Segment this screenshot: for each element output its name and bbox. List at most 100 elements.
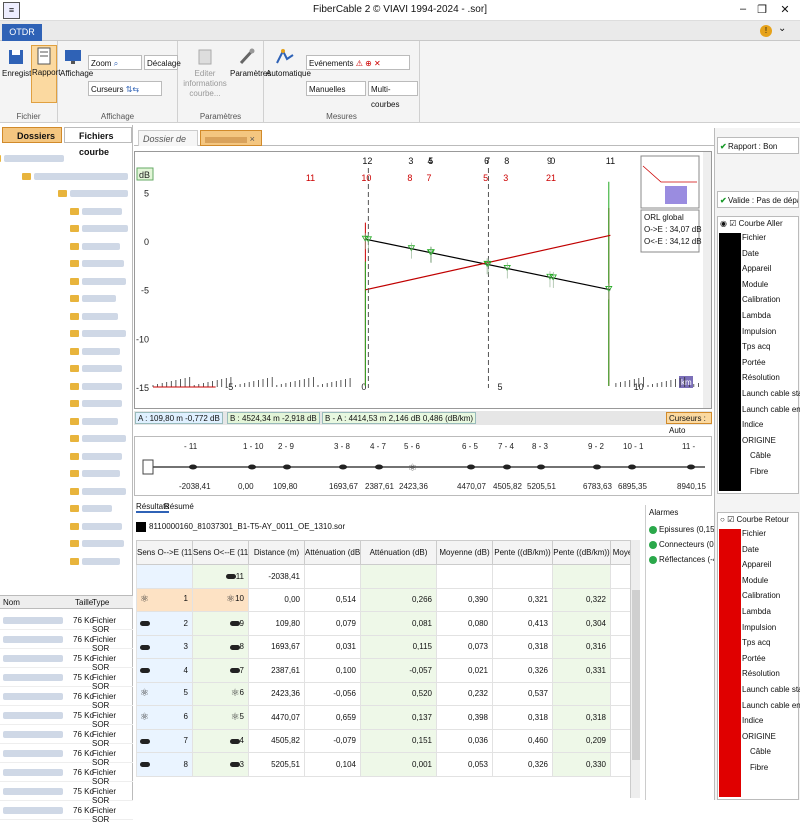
affichage-button[interactable]: Affichage	[60, 47, 93, 79]
evenements-control[interactable]: Evénements ⚠ ⊕ ✕	[306, 55, 410, 70]
scrollbar-thumb[interactable]	[632, 590, 640, 760]
curseurs-control[interactable]: Curseurs ⇅⇆	[88, 81, 162, 96]
col-header[interactable]: Pente ((dB/km))	[552, 540, 611, 565]
courbe-aller-box[interactable]: ◉ ☑ Courbe Aller Fichier Date Appareil Modu…	[717, 216, 800, 494]
table-row[interactable]: 7 4 4505,82 -0,079 0,151 0,036 0,460 0,209	[136, 728, 635, 753]
tree-item[interactable]	[82, 417, 118, 425]
decalage-control[interactable]: Décalage	[144, 55, 181, 70]
col-nom[interactable]: Nom	[3, 598, 20, 607]
tree-item[interactable]	[82, 452, 122, 460]
rapport-status[interactable]: ✔ Rapport : Bon	[717, 137, 799, 154]
col-taille[interactable]: Taille	[75, 598, 93, 607]
col-header[interactable]: Sens O<--E (11)	[192, 540, 249, 565]
otdr-trace-chart[interactable]: 5 0 -5 -10 -15 dB -5 0 5 10 km 12 3 4 5 6 7 8 9 0 11 11 10 8 7 5 3…	[134, 151, 712, 409]
tree-item[interactable]	[82, 225, 128, 232]
file-row[interactable]: 76 Ko Fichier SOR	[0, 763, 133, 786]
automatique-button[interactable]: Automatique	[266, 47, 311, 79]
splice-event-icon[interactable]	[687, 464, 695, 470]
splice-event-icon[interactable]	[467, 464, 475, 470]
file-row[interactable]: 75 Ko Fichier SOR	[0, 782, 133, 805]
results-scrollbar[interactable]	[630, 540, 640, 798]
tab-resume[interactable]: Résumé	[164, 502, 194, 511]
tree-item[interactable]	[82, 207, 122, 215]
tree-item[interactable]	[82, 522, 122, 530]
col-header[interactable]: Sens O-->E (11)	[136, 540, 193, 565]
tree-item[interactable]	[4, 155, 64, 162]
rapport-button[interactable]: Rapport	[31, 45, 60, 103]
file-row[interactable]: 76 Ko Fichier SOR	[0, 744, 133, 767]
tree-item[interactable]	[82, 295, 116, 302]
splice-event-icon[interactable]	[537, 464, 545, 470]
tree-item[interactable]	[82, 382, 122, 390]
tree-item[interactable]	[82, 435, 126, 442]
courbe-retour-box[interactable]: ○ ☑ Courbe Retour Fichier Date Appareil Mod…	[717, 512, 800, 800]
close-button[interactable]: ✕	[775, 3, 795, 16]
splice-event-icon[interactable]	[593, 464, 601, 470]
col-type[interactable]: Type	[92, 598, 109, 607]
splice-event-icon[interactable]	[628, 464, 636, 470]
tab-dossiers[interactable]: Dossiers	[2, 127, 62, 143]
tree-item[interactable]	[34, 172, 128, 180]
tree-item[interactable]	[82, 557, 120, 565]
col-header[interactable]: Atténuation (dB)	[304, 540, 361, 565]
col-header[interactable]: Pente ((dB/km))	[492, 540, 553, 565]
table-row[interactable]: ⚛ 6 ⚛ 5 4470,07 0,659 0,137 0,398 0,318 0,318	[136, 705, 635, 730]
reflective-event-icon[interactable]: ⚛	[408, 463, 417, 474]
table-row[interactable]: ⚛ 5 ⚛ 6 2423,36 -0,056 0,520 0,232 0,537	[136, 681, 635, 706]
table-row[interactable]: 2 9 109,80 0,079 0,081 0,080 0,413 0,304	[136, 611, 635, 636]
link-map[interactable]: - 11 -2038,41 1 - 10 0,00 2 - 9 109,80 3 - 8 16…	[134, 436, 712, 496]
zoom-icon[interactable]: ⌕	[114, 59, 118, 68]
table-row[interactable]: 11 -2038,41	[136, 564, 635, 589]
table-row[interactable]: ⚛ 1 ⚛ 10 0,00 0,514 0,266 0,390 0,321 0,322	[136, 587, 635, 612]
table-row[interactable]: 4 7 2387,61 0,100 -0,057 0,021 0,326 0,331	[136, 658, 635, 683]
file-row[interactable]: 75 Ko Fichier SOR	[0, 668, 133, 691]
editer-informations-button[interactable]: Editer informations courbe...	[180, 47, 230, 99]
tree-item[interactable]	[82, 330, 126, 337]
tree-item[interactable]	[82, 487, 126, 495]
tree-item[interactable]	[82, 365, 122, 372]
manuelles-control[interactable]: Manuelles	[306, 81, 366, 96]
tab-otdr[interactable]: OTDR	[2, 24, 42, 41]
file-row[interactable]: 76 Ko Fichier SOR	[0, 687, 133, 710]
multicourbes-control[interactable]: Multi-courbes	[368, 81, 418, 109]
chart-scrollbar[interactable]	[703, 152, 711, 408]
cursor-tools-icon[interactable]: ⇅⇆	[126, 85, 139, 94]
chevron-down-icon[interactable]: ⌄	[778, 23, 786, 34]
checkbox-icon[interactable]: ☑	[727, 515, 734, 524]
link-map-svg[interactable]: - 11 -2038,41 1 - 10 0,00 2 - 9 109,80 3 - 8 16…	[135, 437, 711, 495]
splice-event-icon[interactable]	[503, 464, 511, 470]
splice-event-icon[interactable]	[248, 464, 256, 470]
file-row[interactable]: 76 Ko Fichier SOR	[0, 630, 133, 653]
restore-button[interactable]: ❐	[752, 3, 772, 16]
radio-icon[interactable]: ○	[720, 515, 725, 524]
file-row[interactable]: 76 Ko Fichier SOR	[0, 611, 133, 634]
splice-event-icon[interactable]	[189, 464, 197, 470]
table-row[interactable]: 3 8 1693,67 0,031 0,115 0,073 0,318 0,316	[136, 634, 635, 659]
col-header[interactable]: Atténuation (dB)	[360, 540, 437, 565]
tree-item[interactable]	[82, 540, 124, 547]
tree-item[interactable]	[82, 312, 118, 320]
zoom-control[interactable]: Zoom ⌕	[88, 55, 142, 70]
minimize-button[interactable]: –	[733, 3, 753, 15]
tree-item[interactable]	[82, 242, 120, 250]
tree-item[interactable]	[82, 260, 124, 267]
minimap-viewport[interactable]	[665, 186, 687, 204]
tree-item[interactable]	[82, 277, 126, 285]
tab-active-measure[interactable]: ×	[200, 130, 262, 146]
tab-dossier-de-mesure[interactable]: Dossier de mesure	[138, 130, 198, 160]
col-header[interactable]: Moyenne (dB)	[436, 540, 493, 565]
splice-event-icon[interactable]	[339, 464, 347, 470]
tree-item[interactable]	[70, 190, 128, 197]
col-header[interactable]: Distance (m)	[248, 540, 305, 565]
checkbox-icon[interactable]: ☑	[729, 219, 736, 228]
enregistrer-button[interactable]: Enregistrer	[2, 47, 41, 79]
tree-item[interactable]	[82, 347, 120, 355]
tree-item[interactable]	[82, 470, 120, 477]
tree-item[interactable]	[82, 505, 112, 512]
close-tab-icon[interactable]: ×	[250, 134, 255, 144]
splice-event-icon[interactable]	[283, 464, 291, 470]
file-row[interactable]: 76 Ko Fichier SOR	[0, 725, 133, 748]
help-icon[interactable]: !	[760, 25, 772, 37]
valide-status[interactable]: ✔Valide : Pas de dépassement	[717, 191, 799, 208]
file-row[interactable]: 75 Ko Fichier SOR	[0, 649, 133, 672]
